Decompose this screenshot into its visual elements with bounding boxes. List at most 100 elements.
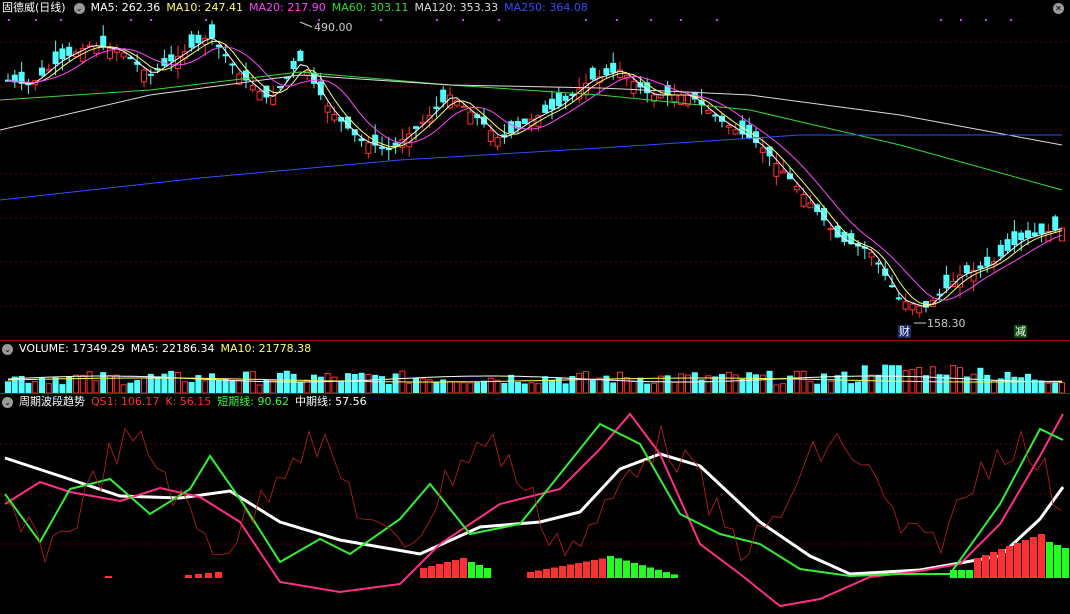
volume-bar: [542, 376, 549, 393]
volume-bar: [780, 383, 787, 393]
volume-bar: [32, 380, 39, 393]
volume-bar: [991, 380, 997, 393]
volume-bar: [562, 383, 569, 393]
candle-body: [889, 285, 895, 288]
volume-bar: [814, 383, 821, 393]
candle-body: [222, 54, 229, 57]
candle-body: [1025, 230, 1031, 239]
close-icon[interactable]: ✕: [1053, 3, 1064, 14]
candle-body: [290, 61, 297, 70]
candle-body: [487, 130, 494, 142]
volume-bar: [725, 371, 732, 393]
volume-pane[interactable]: ⌄ VOLUME: 17349.29 MA5: 22186.34 MA10: 2177…: [0, 341, 1070, 393]
qs1-label: QS1: 106.17: [91, 395, 160, 408]
volume-bar: [474, 382, 481, 393]
signal-dot: [680, 19, 682, 21]
histogram-bar: [982, 555, 989, 578]
candle-body: [671, 94, 678, 103]
volume-bar: [678, 373, 685, 393]
histogram-bar: [1006, 546, 1013, 578]
volume-bar: [331, 376, 338, 393]
volume-bar: [617, 371, 623, 393]
volume-bar: [1004, 371, 1011, 393]
histogram-bar: [205, 573, 212, 578]
volume-bar: [270, 380, 277, 393]
candle-body: [188, 34, 195, 48]
candle-body: [392, 142, 399, 146]
histogram-bar: [607, 556, 614, 578]
volume-bar: [950, 365, 957, 393]
volume-bar: [868, 374, 875, 393]
volume-bar: [467, 382, 474, 393]
histogram-bar: [1022, 540, 1029, 578]
histogram-bar: [998, 549, 1005, 578]
histogram-bar: [452, 560, 459, 578]
candle-body: [66, 46, 73, 56]
volume-bar: [630, 381, 637, 393]
volume-bar: [800, 370, 807, 393]
candle-body: [936, 293, 943, 296]
histogram-bar: [639, 565, 646, 578]
price-pane[interactable]: 固德威(日线) ⌄ MA5: 262.36 MA10: 247.41 MA20: 217…: [0, 0, 1070, 340]
candle-body: [1038, 223, 1045, 235]
volume-bar: [188, 382, 195, 393]
candle-body: [324, 105, 331, 113]
signal-dot: [940, 19, 942, 21]
volume-bar: [610, 382, 617, 393]
volume-bar: [773, 384, 780, 393]
histogram-bar: [420, 568, 427, 578]
volume-bar: [311, 374, 317, 393]
histogram-bar: [436, 564, 443, 578]
candle-body: [902, 301, 909, 310]
volume-bar: [256, 384, 263, 393]
candle-body: [814, 204, 821, 212]
histogram-bar: [575, 563, 582, 578]
volume-bar: [528, 382, 535, 393]
candle-body: [868, 252, 875, 258]
short-term-line: [4, 422, 1064, 578]
collapse-price-icon[interactable]: ⌄: [73, 2, 85, 14]
volume-bar: [236, 380, 243, 393]
histogram-bar: [1046, 542, 1053, 578]
candle-body: [997, 244, 1004, 257]
volume-bar: [712, 376, 719, 393]
volume-bar: [297, 381, 304, 393]
volume-bar: [882, 364, 889, 393]
candle-body: [297, 50, 304, 62]
event-tag-reduce[interactable]: 减: [1014, 325, 1027, 338]
candle-body: [984, 256, 991, 267]
candle-body: [909, 303, 916, 311]
volume-bar: [25, 382, 32, 393]
histogram-bar: [623, 560, 630, 578]
oscillator-chart[interactable]: [0, 394, 1070, 614]
volume-bar: [923, 375, 929, 393]
volume-bar: [209, 373, 215, 393]
price-legend: 固德威(日线) ⌄ MA5: 262.36 MA10: 247.41 MA20: 217…: [0, 0, 594, 16]
collapse-oscillator-icon[interactable]: ⌄: [2, 396, 13, 408]
volume-legend: ⌄ VOLUME: 17349.29 MA5: 22186.34 MA10: 2177…: [0, 341, 317, 357]
collapse-volume-icon[interactable]: ⌄: [2, 343, 13, 355]
volume-bar: [1011, 376, 1018, 393]
candle-body: [100, 35, 107, 48]
signal-dot: [716, 19, 718, 21]
price-chart[interactable]: [0, 0, 1070, 340]
volume-bar: [889, 365, 895, 393]
signal-dot: [960, 19, 962, 21]
oscillator-pane[interactable]: ⌄ 周期波段趋势 QS1: 106.17 K: 56.15 短期线: 90.62 中期线:…: [0, 394, 1070, 614]
histogram-bar: [663, 572, 670, 578]
signal-dot: [35, 19, 37, 21]
volume-bar: [848, 383, 855, 393]
candle-body: [610, 62, 617, 73]
volume-bar: [970, 373, 977, 393]
event-tag-finance[interactable]: 财: [898, 325, 911, 338]
histogram-bar: [1038, 534, 1045, 578]
volume-bar: [759, 374, 766, 393]
volume-value: VOLUME: 17349.29: [19, 342, 125, 355]
volume-bar: [481, 380, 487, 393]
volume-bar: [59, 384, 66, 393]
candle-body: [379, 146, 385, 149]
signal-dot: [616, 19, 618, 21]
volume-bar: [202, 380, 209, 393]
volume-bar: [977, 367, 984, 393]
histogram-bar: [543, 569, 550, 578]
